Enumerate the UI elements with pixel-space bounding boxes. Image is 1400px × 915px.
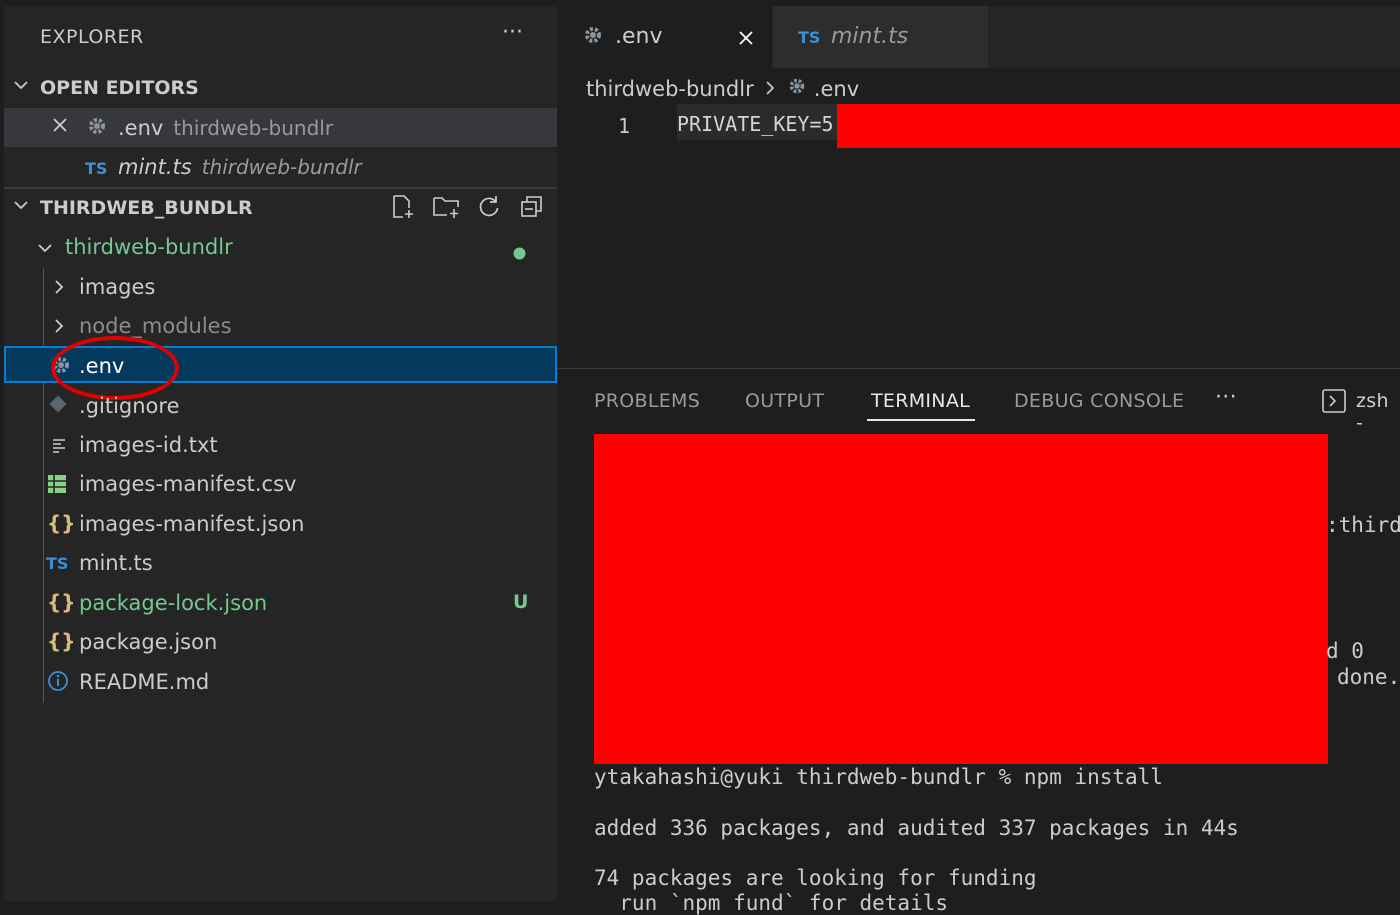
tab-label: .env <box>615 24 663 49</box>
tab-env[interactable]: .env <box>557 6 772 68</box>
file-package-json[interactable]: {} package.json <box>4 622 557 661</box>
open-editor-mint[interactable]: TS mint.ts thirdweb-bundlr <box>4 147 557 186</box>
tree-item-label: .gitignore <box>79 394 180 418</box>
tree-item-label: images-manifest.json <box>79 512 305 536</box>
file-images-manifest-csv[interactable]: images-manifest.csv <box>4 464 557 503</box>
typescript-icon: TS <box>85 159 108 178</box>
terminal-output-line: added 336 packages, and audited 337 pack… <box>594 816 1239 840</box>
tab-mint-ts[interactable]: TS mint.ts <box>773 6 988 68</box>
json-file-icon: {} <box>47 511 76 535</box>
terminal-output-line: 74 packages are looking for funding <box>594 866 1037 890</box>
json-file-icon: {} <box>47 629 76 653</box>
open-editor-name: .env <box>118 116 164 140</box>
new-file-icon[interactable] <box>390 194 416 226</box>
open-editor-path: thirdweb-bundlr <box>201 155 362 179</box>
gear-icon <box>582 24 604 52</box>
open-editors-header[interactable]: OPEN EDITORS <box>4 72 557 106</box>
tree-item-label: images <box>79 275 156 299</box>
gear-icon <box>787 77 814 101</box>
chevron-down-icon <box>36 238 54 262</box>
open-editor-env[interactable]: .env thirdweb-bundlr <box>4 108 557 147</box>
terminal-partial-text: d 0 <box>1326 639 1364 663</box>
csv-file-icon <box>47 474 67 499</box>
explorer-sidebar: EXPLORER ··· OPEN EDITORS .env thirdweb-b… <box>4 6 557 901</box>
explorer-more-icon[interactable]: ··· <box>502 20 523 45</box>
terminal-prompt-line: ytakahashi@yuki thirdweb-bundlr % npm in… <box>594 765 1163 789</box>
json-file-icon: {} <box>47 590 76 614</box>
redaction-block <box>837 104 1400 148</box>
line-number: 1 <box>618 114 631 138</box>
typescript-icon: TS <box>46 554 69 573</box>
close-tab-icon[interactable] <box>737 28 755 53</box>
tree-item-label: package.json <box>79 630 218 654</box>
file-images-manifest-json[interactable]: {} images-manifest.json <box>4 504 557 543</box>
root-folder-label: thirdweb-bundlr <box>65 235 233 259</box>
panel-more-icon[interactable]: ··· <box>1215 385 1237 410</box>
gear-icon <box>86 115 108 142</box>
file-package-lock-json[interactable]: {} package-lock.json U <box>4 583 557 622</box>
tree-item-label: node_modules <box>79 314 232 338</box>
file-gitignore[interactable]: .gitignore <box>4 386 557 425</box>
code-line[interactable]: PRIVATE_KEY=5 <box>677 104 847 140</box>
git-icon <box>48 394 68 419</box>
section-divider <box>4 187 557 189</box>
active-tab-underline <box>867 419 975 421</box>
chevron-down-icon <box>12 76 30 99</box>
tab-problems[interactable]: PROBLEMS <box>594 390 700 412</box>
tab-output[interactable]: OUTPUT <box>745 390 824 412</box>
text-file-icon <box>51 435 67 459</box>
editor-tab-bar: .env TS mint.ts <box>557 6 1400 68</box>
typescript-icon: TS <box>798 28 821 47</box>
file-mint-ts[interactable]: TS mint.ts <box>4 543 557 582</box>
file-images-id-txt[interactable]: images-id.txt <box>4 425 557 464</box>
terminal-output-line: run `npm fund` for details <box>594 891 949 915</box>
workspace-label: THIRDWEB_BUNDLR <box>40 197 253 219</box>
folder-thirdweb-bundlr[interactable]: thirdweb-bundlr <box>4 227 557 266</box>
terminal-partial-text: done. <box>1337 665 1400 689</box>
explorer-title: EXPLORER <box>40 26 144 48</box>
untracked-badge: U <box>513 591 529 613</box>
folder-images[interactable]: images <box>4 267 557 306</box>
tree-item-label: README.md <box>79 670 210 694</box>
open-editors-label: OPEN EDITORS <box>40 77 199 99</box>
open-editor-path: thirdweb-bundlr <box>173 116 334 140</box>
chevron-right-icon <box>764 77 783 101</box>
new-folder-icon[interactable] <box>432 194 462 226</box>
file-readme-md[interactable]: README.md <box>4 662 557 701</box>
chevron-right-icon <box>52 316 66 340</box>
breadcrumb: thirdweb-bundlr .env <box>586 76 859 101</box>
code-text: PRIVATE_KEY=5 <box>677 112 834 136</box>
breadcrumb-file[interactable]: .env <box>814 77 859 101</box>
terminal-icon[interactable] <box>1321 388 1347 418</box>
tree-item-label: mint.ts <box>79 551 153 575</box>
refresh-icon[interactable] <box>476 194 502 226</box>
tab-debug-console[interactable]: DEBUG CONSOLE <box>1014 390 1184 412</box>
chevron-right-icon <box>52 277 66 301</box>
workspace-header[interactable]: THIRDWEB_BUNDLR <box>4 192 557 226</box>
chevron-down-icon <box>12 196 30 219</box>
tree-item-label: package-lock.json <box>79 591 268 615</box>
modified-dot-icon <box>513 241 526 265</box>
terminal-partial-text: :third <box>1326 513 1400 537</box>
collapse-all-icon[interactable] <box>519 194 545 226</box>
tree-item-label: images-manifest.csv <box>79 472 297 496</box>
shell-selector[interactable]: zsh - <box>1356 390 1400 434</box>
tree-item-label: images-id.txt <box>79 433 218 457</box>
breadcrumb-folder[interactable]: thirdweb-bundlr <box>586 77 754 101</box>
tab-terminal[interactable]: TERMINAL <box>871 390 970 412</box>
bottom-panel: PROBLEMS OUTPUT TERMINAL DEBUG CONSOLE ·… <box>557 368 1400 915</box>
editor-area: .env TS mint.ts thirdweb-bundlr .env 1 P… <box>557 6 1400 368</box>
tab-label: mint.ts <box>831 24 909 49</box>
redaction-block <box>594 434 1328 764</box>
open-editor-name: mint.ts <box>118 155 192 179</box>
close-icon[interactable] <box>51 115 69 139</box>
info-icon <box>47 670 69 697</box>
